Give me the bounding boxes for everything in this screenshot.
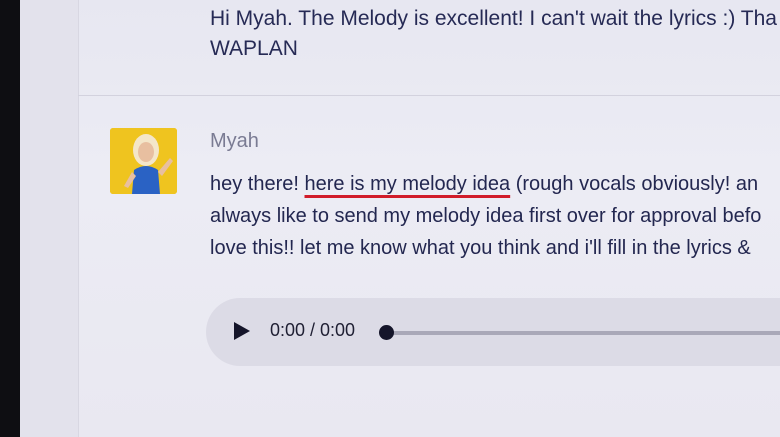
message-line: love this!! let me know what you think a… — [210, 237, 751, 259]
previous-message-line: WAPLAN — [210, 37, 298, 60]
left-sidebar — [20, 0, 79, 437]
previous-message-text: Hi Myah. The Melody is excellent! I can'… — [210, 4, 780, 64]
audio-time: 0:00 / 0:00 — [270, 320, 356, 340]
message-thread: Hi Myah. The Melody is excellent! I can'… — [20, 0, 780, 437]
audio-player: 0:00 / 0:00 — [206, 298, 780, 366]
avatar-photo-icon — [110, 128, 177, 194]
message-text: (rough vocals obviously! an — [510, 173, 759, 195]
message-divider — [78, 95, 780, 96]
play-icon[interactable] — [234, 322, 250, 340]
message-line: always like to send my melody idea first… — [210, 205, 762, 227]
sender-name: Myah — [210, 130, 259, 152]
audio-progress-track[interactable] — [386, 331, 780, 335]
message-body: hey there! here is my melody idea (rough… — [210, 168, 780, 264]
previous-message-line: Hi Myah. The Melody is excellent! I can'… — [210, 7, 777, 30]
message-text: hey there! — [210, 173, 305, 195]
melody-link[interactable]: here is my melody idea — [305, 173, 511, 195]
audio-progress-thumb[interactable] — [378, 325, 394, 340]
message-line: hey there! here is my melody idea (rough… — [210, 168, 780, 200]
avatar[interactable] — [110, 128, 177, 194]
